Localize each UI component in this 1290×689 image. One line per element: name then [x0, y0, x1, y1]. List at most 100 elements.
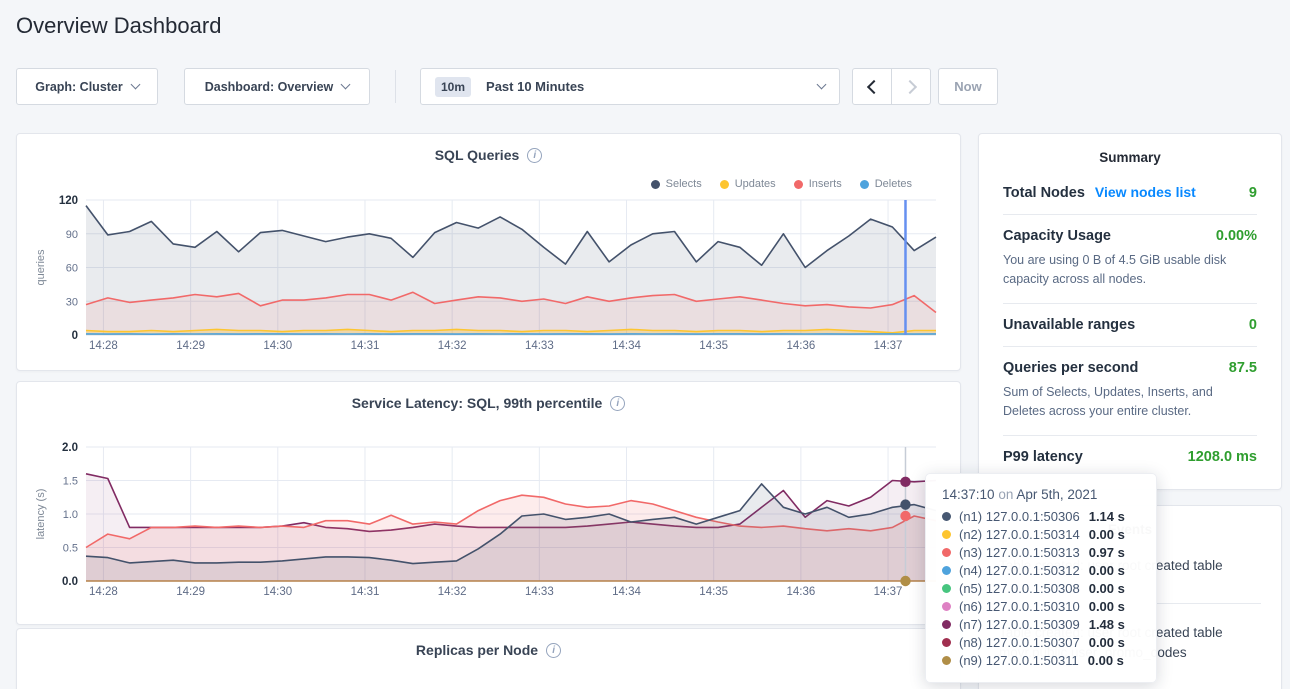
summary-label: Total Nodes	[1003, 185, 1085, 201]
info-icon[interactable]: i	[546, 643, 561, 658]
next-timewindow-button[interactable]	[891, 68, 931, 105]
node-address: (n8) 127.0.0.1:50307	[959, 635, 1080, 650]
svg-text:14:28: 14:28	[89, 586, 118, 598]
tooltip-on: on	[998, 487, 1013, 502]
svg-text:queries: queries	[35, 249, 47, 286]
summary-title: Summary	[979, 134, 1281, 171]
node-color-dot	[942, 602, 951, 611]
node-latency-value: 0.00 s	[1089, 599, 1125, 614]
tooltip-node-row: (n9) 127.0.0.1:50311 0.00 s	[942, 651, 1140, 669]
graph-dropdown-label: Graph: Cluster	[35, 80, 123, 94]
replicas-per-node-card: Replicas per Node i	[16, 628, 961, 689]
summary-value: 0.00%	[1216, 228, 1257, 244]
node-latency-value: 0.00 s	[1089, 581, 1125, 596]
svg-text:latency (s): latency (s)	[35, 489, 47, 540]
svg-text:1.5: 1.5	[63, 476, 78, 488]
svg-text:14:29: 14:29	[176, 586, 205, 598]
svg-text:14:35: 14:35	[699, 586, 728, 598]
view-nodes-list-link[interactable]: View nodes list	[1095, 184, 1196, 200]
svg-text:14:32: 14:32	[438, 586, 467, 598]
node-color-dot	[942, 656, 951, 665]
summary-value: 0	[1249, 317, 1257, 333]
svg-text:14:28: 14:28	[89, 340, 118, 352]
node-latency-value: 1.48 s	[1089, 617, 1125, 632]
summary-value: 9	[1249, 185, 1257, 201]
summary-section: P99 latency 1208.0 ms	[1003, 435, 1257, 478]
chart-hover-tooltip: 14:37:10 on Apr 5th, 2021 (n1) 127.0.0.1…	[925, 473, 1157, 683]
tooltip-node-row: (n8) 127.0.0.1:50307 0.00 s	[942, 633, 1140, 651]
node-address: (n5) 127.0.0.1:50308	[959, 581, 1080, 596]
chevron-down-icon	[817, 80, 827, 90]
time-range-label: Past 10 Minutes	[486, 79, 584, 94]
node-color-dot	[942, 566, 951, 575]
node-color-dot	[942, 512, 951, 521]
chevron-down-icon	[130, 80, 140, 90]
node-address: (n1) 127.0.0.1:50306	[959, 509, 1080, 524]
chevron-down-icon	[341, 80, 351, 90]
node-latency-value: 0.00 s	[1089, 635, 1125, 650]
now-button[interactable]: Now	[938, 68, 998, 105]
svg-text:14:33: 14:33	[525, 340, 554, 352]
node-address: (n9) 127.0.0.1:50311	[959, 653, 1079, 668]
dashboard-dropdown[interactable]: Dashboard: Overview	[184, 68, 370, 105]
tooltip-node-row: (n6) 127.0.0.1:50310 0.00 s	[942, 597, 1140, 615]
node-latency-value: 0.00 s	[1089, 527, 1125, 542]
node-address: (n6) 127.0.0.1:50310	[959, 599, 1080, 614]
svg-text:30: 30	[66, 296, 78, 308]
tooltip-date: Apr 5th, 2021	[1016, 487, 1097, 502]
chevron-left-icon	[866, 79, 880, 93]
node-address: (n2) 127.0.0.1:50314	[959, 527, 1080, 542]
now-button-label: Now	[954, 79, 981, 94]
node-latency-value: 0.00 s	[1089, 563, 1125, 578]
replicas-per-node-title-text: Replicas per Node	[416, 642, 538, 658]
node-address: (n3) 127.0.0.1:50313	[959, 545, 1080, 560]
node-address: (n4) 127.0.0.1:50312	[959, 563, 1080, 578]
svg-text:14:32: 14:32	[438, 340, 467, 352]
page-title: Overview Dashboard	[16, 13, 221, 39]
summary-section: Total Nodes View nodes list 9	[1003, 171, 1257, 214]
svg-text:120: 120	[59, 195, 78, 207]
tooltip-node-row: (n2) 127.0.0.1:50314 0.00 s	[942, 525, 1140, 543]
svg-text:90: 90	[66, 229, 78, 241]
node-latency-value: 1.14 s	[1089, 509, 1125, 524]
summary-card: Summary Total Nodes View nodes list 9 Capac…	[978, 133, 1282, 490]
tooltip-timestamp: 14:37:10 on Apr 5th, 2021	[942, 487, 1140, 502]
node-color-dot	[942, 530, 951, 539]
graph-dropdown[interactable]: Graph: Cluster	[16, 68, 158, 105]
svg-text:14:37: 14:37	[874, 340, 903, 352]
svg-text:14:35: 14:35	[699, 340, 728, 352]
tooltip-node-row: (n1) 127.0.0.1:50306 1.14 s	[942, 507, 1140, 525]
sql-queries-card: SQL Queries i SelectsUpdatesInsertsDelet…	[16, 133, 961, 371]
summary-section: Capacity Usage0.00%You are using 0 B of …	[1003, 214, 1257, 303]
svg-text:0.0: 0.0	[62, 576, 78, 588]
node-color-dot	[942, 620, 951, 629]
summary-label: P99 latency	[1003, 449, 1083, 465]
service-latency-chart[interactable]: 14:2814:2914:3014:3114:3214:3314:3414:35…	[17, 382, 960, 624]
sql-queries-chart[interactable]: 14:2814:2914:3014:3114:3214:3314:3414:35…	[17, 134, 960, 370]
dashboard-dropdown-label: Dashboard: Overview	[205, 80, 334, 94]
replicas-per-node-title: Replicas per Node i	[17, 642, 960, 658]
tooltip-time: 14:37:10	[942, 487, 995, 502]
controls-divider	[395, 70, 396, 103]
node-address: (n7) 127.0.0.1:50309	[959, 617, 1080, 632]
summary-label: Capacity Usage	[1003, 228, 1111, 244]
tooltip-node-row: (n7) 127.0.0.1:50309 1.48 s	[942, 615, 1140, 633]
prev-timewindow-button[interactable]	[852, 68, 892, 105]
tooltip-node-rows: (n1) 127.0.0.1:503061.14 s(n2) 127.0.0.1…	[942, 507, 1140, 669]
svg-text:14:36: 14:36	[786, 586, 815, 598]
time-range-badge: 10m	[435, 77, 471, 97]
summary-value: 1208.0 ms	[1188, 449, 1257, 465]
svg-text:14:31: 14:31	[351, 340, 380, 352]
tooltip-node-row: (n3) 127.0.0.1:503130.97 s	[942, 543, 1140, 561]
svg-text:14:37: 14:37	[874, 586, 903, 598]
svg-text:1.0: 1.0	[63, 509, 78, 521]
time-range-dropdown[interactable]: 10m Past 10 Minutes	[420, 68, 840, 105]
svg-text:2.0: 2.0	[62, 442, 78, 454]
node-color-dot	[942, 584, 951, 593]
node-latency-value: 0.00 s	[1088, 653, 1124, 668]
svg-text:14:29: 14:29	[176, 340, 205, 352]
svg-text:60: 60	[66, 263, 78, 275]
summary-value: 87.5	[1229, 360, 1257, 376]
summary-label: Unavailable ranges	[1003, 317, 1135, 333]
tooltip-node-row: (n4) 127.0.0.1:50312 0.00 s	[942, 561, 1140, 579]
